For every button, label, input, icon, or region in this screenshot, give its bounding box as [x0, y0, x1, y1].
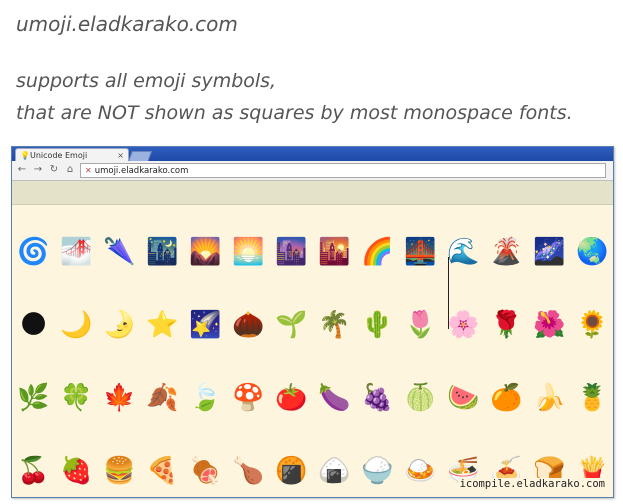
emoji-cell: 🍚 — [361, 455, 394, 486]
bookmarks-bar — [12, 181, 613, 205]
address-bar[interactable]: ✕ umoji.eladkarako.com — [80, 163, 606, 178]
emoji-cell: 🌰 — [232, 309, 265, 340]
reload-icon[interactable]: ↻ — [47, 163, 61, 177]
emoji-cell: 🍂 — [146, 382, 179, 413]
emoji-cell: 🌠 — [189, 309, 222, 340]
emoji-cell: 🌁 — [60, 236, 93, 267]
emoji-cell: 🍍 — [576, 382, 609, 413]
emoji-cell: 🍛 — [404, 455, 437, 486]
emoji-cell: 🍒 — [17, 455, 50, 486]
emoji-cell: 🌌 — [533, 236, 566, 267]
emoji-cell: 🍇 — [361, 382, 394, 413]
emoji-cell: 🍅 — [275, 382, 308, 413]
emoji-cell: 🍊 — [490, 382, 523, 413]
home-icon[interactable]: ⌂ — [63, 163, 77, 177]
site-caption: umoji.eladkarako.com — [16, 12, 238, 36]
browser-window: 💡Unicode Emoji × ← → ↻ ⌂ ✕ umoji.eladkara… — [11, 146, 614, 498]
emoji-cell: 🌑 — [19, 309, 48, 340]
emoji-cell: 🍉 — [447, 382, 480, 413]
emoji-cell: 🌹 — [490, 309, 523, 340]
emoji-cell: 🌃 — [146, 236, 179, 267]
title-bar: 💡Unicode Emoji × — [12, 147, 613, 162]
emoji-cell: 🌿 — [17, 382, 50, 413]
emoji-cell: ⭐ — [146, 309, 179, 340]
emoji-cell: 🌙 — [60, 309, 93, 340]
credit-text: icompile.eladkarako.com — [457, 478, 607, 490]
page-content: 🌀 🌁 🌂 🌃 🌄 🌅 🌆 🌇 🌈 🌉 🌊 🌋 🌌 🌏 🌑 🌙 🌛 ⭐ 🌠 🌰 🌱 🌴 🌵 🌷 🌸 🌹 🌺 🌻 🌿 🍀 🍁 🍂 🍃 🍄 🍅 🍆 🍇 🍈 🍉 🍊… — [12, 205, 613, 497]
emoji-cell: 🍕 — [146, 455, 179, 486]
emoji-cell: 🌴 — [318, 309, 351, 340]
emoji-cell: 🍔 — [103, 455, 136, 486]
emoji-cell: 🌵 — [361, 309, 394, 340]
emoji-cell: 🍓 — [60, 455, 93, 486]
description-line-2: that are NOT shown as squares by most mo… — [16, 102, 573, 124]
emoji-cell: 🌉 — [404, 236, 437, 267]
emoji-cell: 🍗 — [232, 455, 265, 486]
emoji-cell: 🌄 — [189, 236, 222, 267]
description-line-1: supports all emoji symbols, — [16, 70, 277, 92]
emoji-cell: 🍁 — [103, 382, 136, 413]
url-text: umoji.eladkarako.com — [94, 166, 189, 176]
emoji-cell: 🌺 — [533, 309, 566, 340]
emoji-cell: 🍖 — [189, 455, 222, 486]
emoji-cell: 🌀 — [17, 236, 50, 267]
browser-tab[interactable]: 💡Unicode Emoji × — [15, 148, 129, 162]
forward-arrow-icon[interactable]: → — [31, 163, 45, 177]
text-cursor — [448, 257, 449, 329]
emoji-cell: 🍆 — [318, 382, 351, 413]
emoji-cell: 🍃 — [189, 382, 222, 413]
emoji-cell: 🌅 — [232, 236, 265, 267]
emoji-grid: 🌀 🌁 🌂 🌃 🌄 🌅 🌆 🌇 🌈 🌉 🌊 🌋 🌌 🌏 🌑 🌙 🌛 ⭐ 🌠 🌰 🌱 🌴 🌵 🌷 🌸 🌹 🌺 🌻 🌿 🍀 🍁 🍂 🍃 🍄 🍅 🍆 🍇 🍈 🍉 🍊… — [12, 215, 613, 497]
emoji-cell: 🌱 — [275, 309, 308, 340]
emoji-cell: 🍙 — [318, 455, 351, 486]
page-icon: ✕ — [85, 166, 92, 175]
emoji-cell: 🍀 — [60, 382, 93, 413]
emoji-cell: 🌇 — [318, 236, 351, 267]
emoji-cell: 🍄 — [232, 382, 265, 413]
emoji-cell: 🌛 — [103, 309, 136, 340]
emoji-cell: 🌷 — [404, 309, 437, 340]
emoji-cell: 🌻 — [576, 309, 609, 340]
back-arrow-icon[interactable]: ← — [15, 163, 29, 177]
emoji-cell: 🌂 — [103, 236, 136, 267]
toolbar: ← → ↻ ⌂ ✕ umoji.eladkarako.com — [12, 161, 613, 181]
emoji-cell: 🍘 — [275, 455, 308, 486]
tab-title: Unicode Emoji — [30, 151, 88, 160]
emoji-cell: 🌏 — [576, 236, 609, 267]
emoji-cell: 🍈 — [404, 382, 437, 413]
emoji-cell: 🌈 — [361, 236, 394, 267]
emoji-cell: 🍌 — [533, 382, 566, 413]
emoji-cell: 🌆 — [275, 236, 308, 267]
emoji-cell: 🌋 — [490, 236, 523, 267]
